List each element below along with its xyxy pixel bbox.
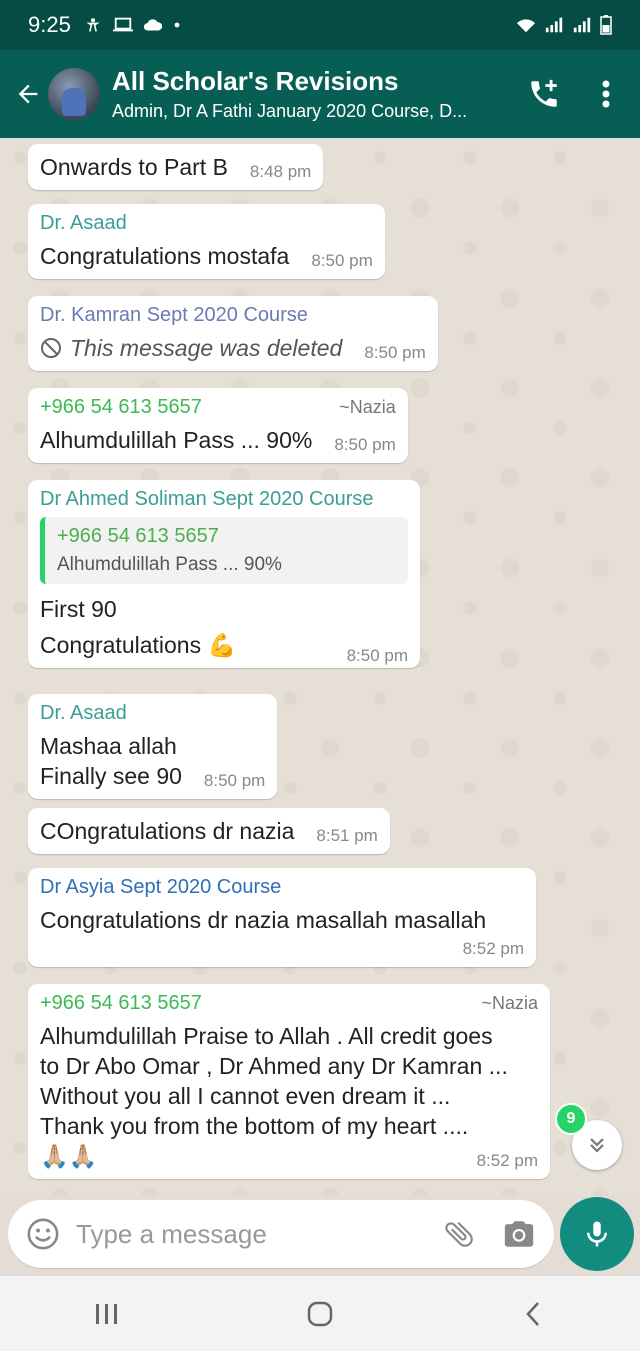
message-text-line: Mashaa allah [40,733,177,759]
composer [8,1200,554,1268]
more-options-button[interactable] [584,72,628,116]
message-text-line: First 90 [40,596,117,622]
sender-pushname: ~Nazia [339,397,396,417]
message-time: 8:48 pm [249,162,312,181]
group-avatar[interactable] [48,68,100,120]
message-text-line: Alhumdulillah Praise to Allah . All cred… [40,1023,493,1049]
message-bubble[interactable]: COngratulations dr nazia 8:51 pm [28,808,390,854]
message-bubble[interactable]: Dr Ahmed Soliman Sept 2020 Course +966 5… [28,480,420,668]
message-bubble[interactable]: Dr. Asaad Congratulations mostafa 8:50 p… [28,204,385,279]
paperclip-icon [445,1221,473,1247]
blocked-icon [41,338,61,358]
chevron-left-icon [526,1301,540,1326]
message-time: 8:50 pm [364,343,426,362]
signal-icon [545,17,563,33]
message-bubble[interactable]: Dr. Kamran Sept 2020 Course This message… [28,296,438,371]
more-vert-icon [602,80,610,108]
message-bubble[interactable]: Dr. Asaad Mashaa allah Finally see 90 8:… [28,694,278,799]
sender-phone[interactable]: +966 54 613 5657 [40,396,202,419]
sender-name[interactable]: Dr Asyia Sept 2020 Course [40,876,524,899]
chat-header: All Scholar's Revisions Admin, Dr A Fath… [0,50,640,138]
message-text-line: to Dr Abo Omar , Dr Ahmed any Dr Kamran … [40,1053,508,1079]
dot-icon [174,22,180,28]
group-subtitle: Admin, Dr A Fathi January 2020 Course, D… [112,101,468,121]
message-time: 8:50 pm [203,771,266,790]
back-button[interactable] [8,74,48,114]
status-time: 9:25 [28,12,71,37]
back-nav-button[interactable] [503,1284,563,1344]
wifi-icon [516,19,536,33]
double-chevron-down-icon [590,1138,604,1153]
message-text-line: Without you all I cannot even dream it .… [40,1083,451,1109]
home-icon [307,1301,333,1326]
sender-name[interactable]: Dr. Asaad [40,212,373,235]
message-time: 8:52 pm [462,939,524,958]
emoji-icon [27,1218,59,1250]
home-button[interactable] [290,1284,350,1344]
group-title: All Scholar's Revisions [112,66,399,96]
cloud-icon [143,19,162,31]
message-text: Onwards to Part B [40,154,228,180]
message-bubble[interactable]: +966 54 613 5657 ~Nazia Alhumdulillah Pr… [28,984,550,1179]
camera-icon [504,1221,534,1247]
phone-plus-icon [531,79,557,107]
voice-record-button[interactable] [560,1197,634,1271]
message-time: 8:50 pm [334,435,396,454]
message-input[interactable] [76,1218,438,1250]
sender-phone[interactable]: +966 54 613 5657 [40,992,202,1015]
sender-pushname: ~Nazia [481,993,538,1013]
emoji-line: 🙏🏼🙏🏼 [40,1143,98,1169]
message-text: Congratulations mostafa [40,243,290,269]
battery-icon [600,15,612,35]
deleted-message-text: This message was deleted [70,335,343,361]
accessibility-icon [86,18,100,32]
message-text: Congratulations dr nazia masallah masall… [40,907,487,933]
add-call-button[interactable] [522,72,566,116]
message-list[interactable]: Onwards to Part B 8:48 pm Dr. Asaad Cong… [0,138,640,1196]
message-time: 8:51 pm [316,826,378,845]
message-text: COngratulations dr nazia [40,818,295,844]
arrow-left-icon [18,84,38,104]
quoted-message[interactable]: +966 54 613 5657 Alhumdulillah Pass ... … [40,517,408,584]
status-bar: 9:25 [0,0,640,50]
message-text-line: Thank you from the bottom of my heart ..… [40,1113,469,1139]
group-info[interactable]: All Scholar's Revisions Admin, Dr A Fath… [112,66,522,122]
microphone-icon [587,1221,607,1247]
quoted-text: Alhumdulillah Pass ... 90% [57,554,282,575]
message-time: 8:50 pm [311,251,373,270]
message-bubble[interactable]: Onwards to Part B 8:48 pm [28,144,324,190]
message-text-line: Finally see 90 [40,763,182,789]
message-time: 8:52 pm [476,1151,538,1170]
recents-button[interactable] [77,1284,137,1344]
laptop-icon [112,17,133,32]
message-bubble[interactable]: +966 54 613 5657 ~Nazia Alhumdulillah Pa… [28,388,408,463]
emoji-button[interactable] [22,1213,64,1255]
sender-name[interactable]: Dr Ahmed Soliman Sept 2020 Course [40,488,408,511]
signal-icon-2 [573,17,591,33]
attach-button[interactable] [438,1213,480,1255]
message-bubble[interactable]: Dr Asyia Sept 2020 Course Congratulation… [28,868,536,967]
message-text: Alhumdulillah Pass ... 90% [40,427,313,453]
message-text-line: Congratulations 💪 [40,632,237,658]
unread-count-badge: 9 [555,1103,587,1135]
quoted-sender: +966 54 613 5657 [57,525,219,547]
sender-name[interactable]: Dr. Kamran Sept 2020 Course [40,304,426,327]
camera-button[interactable] [498,1213,540,1255]
system-nav-bar [0,1276,640,1351]
recents-icon [95,1303,117,1324]
sender-name[interactable]: Dr. Asaad [40,702,265,725]
message-time: 8:50 pm [346,646,408,665]
